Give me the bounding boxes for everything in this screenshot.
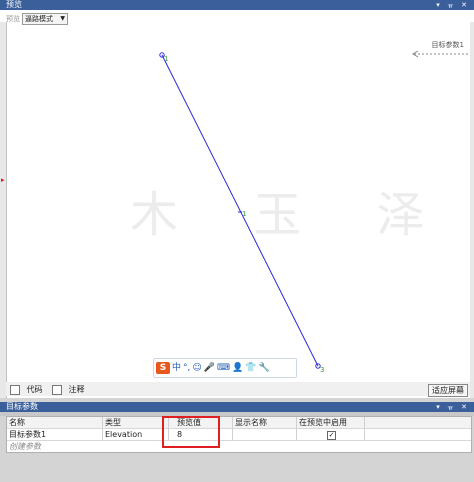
ime-keyboard-icon[interactable]: ⌨ <box>217 362 230 374</box>
new-param-row[interactable]: 创建参数 <box>7 441 471 452</box>
cell-enabled[interactable]: ✓ <box>297 429 365 440</box>
col-header-type[interactable]: 类型 <box>103 417 169 428</box>
cell-display-name[interactable] <box>233 429 297 440</box>
point-3-label: 3 <box>320 366 324 374</box>
comment-checkbox-wrap[interactable]: 注释 <box>52 384 85 395</box>
params-title: 目标参数 <box>6 402 38 411</box>
code-label: 代码 <box>26 385 43 394</box>
ime-tools-icon[interactable]: 🔧 <box>258 362 269 374</box>
point-1-label: 1 <box>164 55 168 63</box>
cell-preview-value[interactable]: 8 <box>169 429 233 440</box>
params-table: 名称 类型 预览值 显示名称 在预览中启用 目标参数1 Elevation 8 … <box>6 416 472 453</box>
table-header-row: 名称 类型 预览值 显示名称 在预览中启用 <box>7 417 471 429</box>
cell-name[interactable]: 目标参数1 <box>7 429 103 440</box>
preview-canvas: 1 1 3 <box>159 52 324 374</box>
preview-bottom-bar: 代码 注释 <box>6 382 470 396</box>
sogou-logo-icon[interactable]: S <box>156 362 170 374</box>
ime-skin-icon[interactable]: 👕 <box>245 362 256 374</box>
ime-chinese-mode[interactable]: 中 <box>172 362 181 374</box>
fit-screen-button[interactable]: 适应屏幕 <box>428 384 468 397</box>
code-checkbox[interactable] <box>10 384 20 395</box>
col-header-display-name[interactable]: 显示名称 <box>233 417 297 428</box>
params-window-buttons[interactable]: ▾ ᚂ ✕ <box>436 402 470 412</box>
ime-toolbar[interactable]: S 中 °, ☺ 🎤 ⌨ 👤 👕 🔧 <box>153 358 297 378</box>
new-param-placeholder[interactable]: 创建参数 <box>7 442 41 451</box>
col-header-preview-value[interactable]: 预览值 <box>169 417 233 428</box>
table-row[interactable]: 目标参数1 Elevation 8 ✓ <box>7 429 471 441</box>
path-line[interactable] <box>161 54 319 367</box>
col-header-enabled[interactable]: 在预览中启用 <box>297 417 365 428</box>
ime-user-icon[interactable]: 👤 <box>232 362 243 374</box>
cell-type[interactable]: Elevation <box>103 429 169 440</box>
ime-punctuation-icon[interactable]: °, <box>183 362 190 374</box>
mid-label: 1 <box>242 210 246 218</box>
code-checkbox-wrap[interactable]: 代码 <box>10 384 43 395</box>
comment-label: 注释 <box>68 385 85 394</box>
params-titlebar: 目标参数 ▾ ᚂ ✕ <box>0 402 474 412</box>
ime-emoji-icon[interactable]: ☺ <box>192 362 201 374</box>
ime-mic-icon[interactable]: 🎤 <box>204 362 215 374</box>
col-header-name[interactable]: 名称 <box>7 417 103 428</box>
comment-checkbox[interactable] <box>52 384 62 395</box>
enabled-checkbox[interactable]: ✓ <box>327 431 336 440</box>
